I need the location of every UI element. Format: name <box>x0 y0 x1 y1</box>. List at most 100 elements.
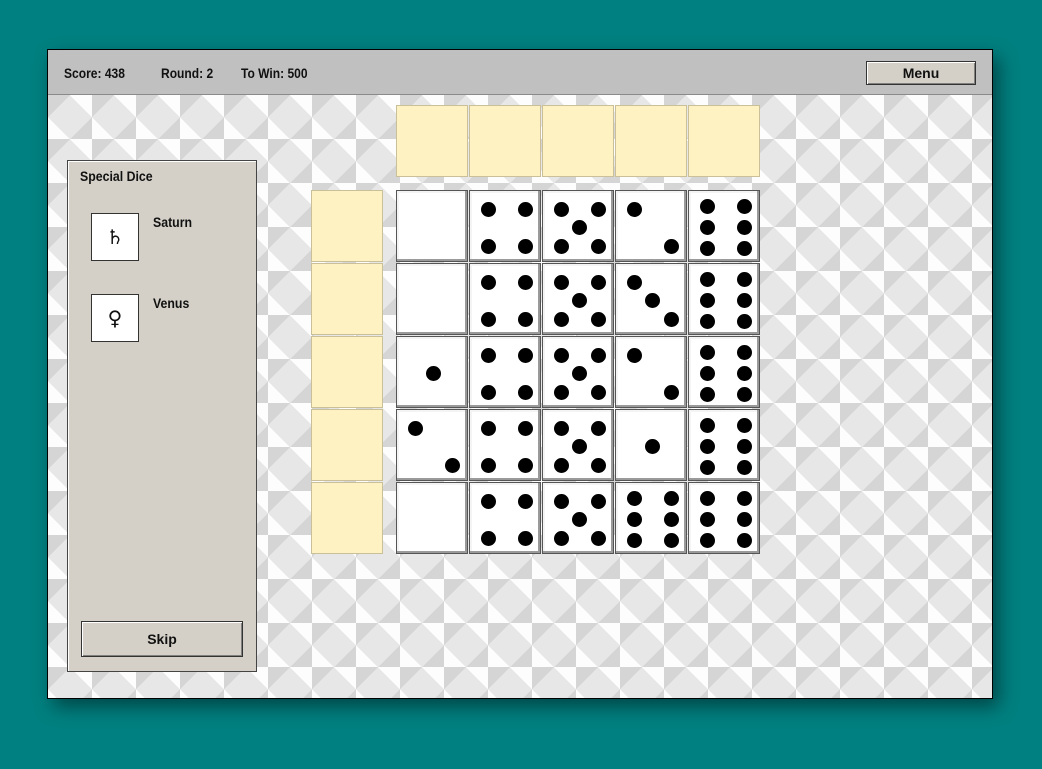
pip <box>517 347 533 363</box>
die-r3-c2[interactable] <box>469 336 541 408</box>
pip <box>480 384 496 400</box>
row-slot-4[interactable] <box>311 409 383 481</box>
pip <box>699 417 715 433</box>
pip <box>517 493 533 509</box>
pip <box>590 530 606 546</box>
column-slot-3[interactable] <box>542 105 614 177</box>
pip <box>699 198 715 214</box>
pip <box>736 490 752 506</box>
saturn-label: Saturn <box>153 214 193 230</box>
die-r1-c4[interactable] <box>615 190 687 262</box>
die-r2-c2[interactable] <box>469 263 541 335</box>
die-r3-c5[interactable] <box>688 336 760 408</box>
column-slot-4[interactable] <box>615 105 687 177</box>
die-r4-c2[interactable] <box>469 409 541 481</box>
pip <box>590 420 606 436</box>
pip <box>425 365 441 381</box>
die-r2-c3[interactable] <box>542 263 614 335</box>
pip <box>699 292 715 308</box>
pip <box>736 459 752 475</box>
row-slot-1[interactable] <box>311 190 383 262</box>
pip <box>736 292 752 308</box>
special-dice-panel: Special Dice ♄ Saturn ♀ Venus Skip <box>67 160 257 672</box>
pip <box>736 511 752 527</box>
pip <box>480 311 496 327</box>
game-window: Score: 438 Round: 2 To Win: 500 Menu Spe… <box>47 49 993 699</box>
saturn-icon: ♄ <box>106 225 124 249</box>
saturn-die[interactable]: ♄ <box>91 213 139 261</box>
pip <box>480 238 496 254</box>
die-r4-c3[interactable] <box>542 409 614 481</box>
pip <box>699 386 715 402</box>
pip <box>517 274 533 290</box>
die-r2-c4[interactable] <box>615 263 687 335</box>
pip <box>736 219 752 235</box>
pip <box>517 311 533 327</box>
score-label: Score: 438 <box>64 65 125 81</box>
column-slot-2[interactable] <box>469 105 541 177</box>
pip <box>553 384 569 400</box>
special-dice-title: Special Dice <box>80 168 153 184</box>
pip <box>663 311 679 327</box>
die-r1-c2[interactable] <box>469 190 541 262</box>
pip <box>699 459 715 475</box>
die-r4-c5[interactable] <box>688 409 760 481</box>
pip <box>699 490 715 506</box>
pip <box>590 311 606 327</box>
pip <box>571 365 587 381</box>
pip <box>699 344 715 360</box>
die-r1-c5[interactable] <box>688 190 760 262</box>
row-slot-5[interactable] <box>311 482 383 554</box>
pip <box>699 240 715 256</box>
pip <box>517 530 533 546</box>
die-r5-c2[interactable] <box>469 482 541 554</box>
pip <box>736 198 752 214</box>
die-r5-c3[interactable] <box>542 482 614 554</box>
column-slot-5[interactable] <box>688 105 760 177</box>
die-r1-c3[interactable] <box>542 190 614 262</box>
die-r5-c5[interactable] <box>688 482 760 554</box>
pip <box>590 457 606 473</box>
pip <box>590 347 606 363</box>
pip <box>553 238 569 254</box>
die-r2-c5[interactable] <box>688 263 760 335</box>
die-r2-c1[interactable] <box>396 263 468 335</box>
pip <box>480 457 496 473</box>
die-r5-c1[interactable] <box>396 482 468 554</box>
pip <box>571 438 587 454</box>
playfield: Special Dice ♄ Saturn ♀ Venus Skip <box>48 95 992 698</box>
pip <box>644 438 660 454</box>
pip <box>590 238 606 254</box>
die-r1-c1[interactable] <box>396 190 468 262</box>
pip <box>699 438 715 454</box>
pip <box>553 347 569 363</box>
pip <box>699 365 715 381</box>
venus-die[interactable]: ♀ <box>91 294 139 342</box>
pip <box>736 240 752 256</box>
pip <box>553 493 569 509</box>
pip <box>571 511 587 527</box>
pip <box>626 347 642 363</box>
pip <box>517 384 533 400</box>
pip <box>663 490 679 506</box>
die-r4-c1[interactable] <box>396 409 468 481</box>
skip-button[interactable]: Skip <box>81 621 243 657</box>
pip <box>626 532 642 548</box>
column-slot-1[interactable] <box>396 105 468 177</box>
die-r3-c1[interactable] <box>396 336 468 408</box>
die-r3-c4[interactable] <box>615 336 687 408</box>
pip <box>699 313 715 329</box>
pip <box>663 532 679 548</box>
pip <box>736 386 752 402</box>
die-r5-c4[interactable] <box>615 482 687 554</box>
pip <box>480 201 496 217</box>
pip <box>644 292 660 308</box>
row-slot-3[interactable] <box>311 336 383 408</box>
row-slot-2[interactable] <box>311 263 383 335</box>
die-r4-c4[interactable] <box>615 409 687 481</box>
to-win-label: To Win: 500 <box>241 65 308 81</box>
pip <box>663 384 679 400</box>
pip <box>590 493 606 509</box>
die-r3-c3[interactable] <box>542 336 614 408</box>
menu-button[interactable]: Menu <box>866 61 976 85</box>
